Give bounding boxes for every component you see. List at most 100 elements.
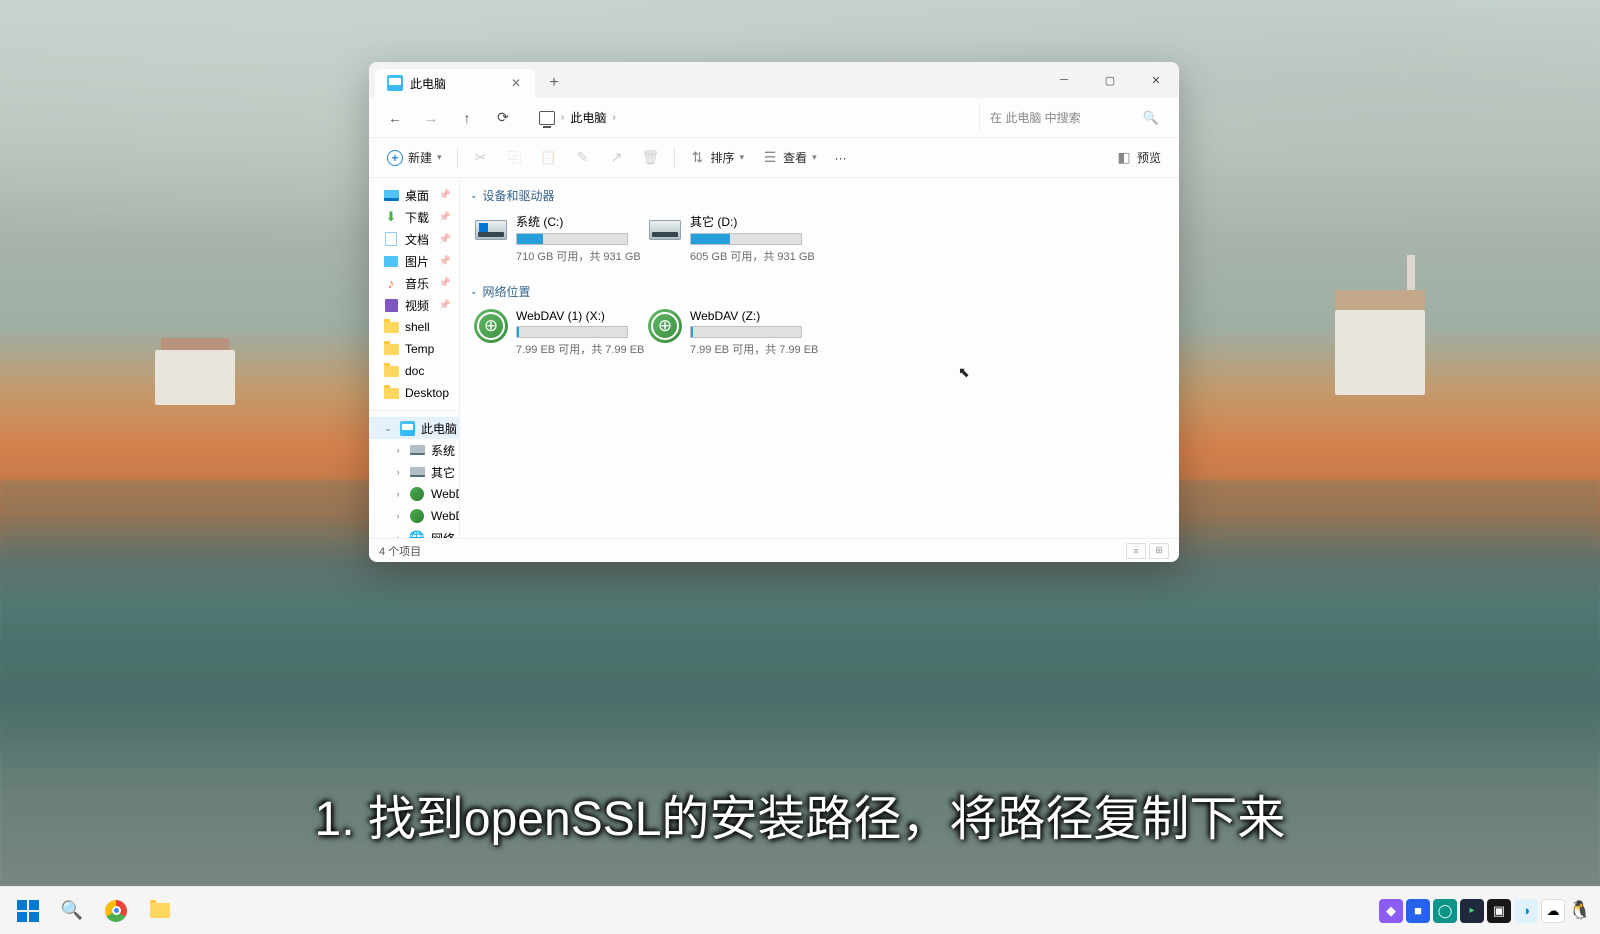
paste-icon: 📋 (541, 150, 557, 166)
tiles-view-button[interactable]: ⊞ (1149, 543, 1169, 559)
sidebar-item-Temp[interactable]: Temp (369, 338, 459, 360)
back-button[interactable]: ← (379, 102, 411, 134)
video-icon (383, 297, 399, 313)
chrome-icon (105, 900, 127, 922)
sidebar-item-label: Temp (405, 342, 434, 356)
search-button[interactable]: 🔍 (52, 891, 92, 931)
drive-usage-bar (516, 326, 628, 338)
drive-item[interactable]: 其它 (D:) 605 GB 可用，共 931 GB (644, 209, 806, 268)
chrome-button[interactable] (96, 891, 136, 931)
paste-button[interactable]: 📋 (533, 143, 565, 173)
sidebar-item-network[interactable]: › 🌐 网络 (369, 527, 459, 538)
section-network[interactable]: ⌄ 网络位置 (470, 280, 1169, 305)
pin-icon: 📌 (439, 256, 451, 267)
view-button[interactable]: ☰ 查看 ▾ (754, 143, 825, 173)
sidebar-item-shell[interactable]: shell (369, 316, 459, 338)
content-pane[interactable]: ⌄ 设备和驱动器 系统 (C:) 710 GB 可用，共 931 GB 其它 (… (460, 178, 1179, 538)
drive-usage-text: 605 GB 可用，共 931 GB (690, 248, 802, 264)
chevron-right-icon[interactable]: › (393, 445, 403, 455)
sidebar-item-图片[interactable]: 图片 📌 (369, 250, 459, 272)
up-button[interactable]: ↑ (451, 102, 483, 134)
sidebar-item-下载[interactable]: ⬇ 下载 📌 (369, 206, 459, 228)
new-tab-button[interactable]: + (539, 68, 569, 98)
tray-icon[interactable]: ◯ (1433, 899, 1457, 923)
sidebar-item-视频[interactable]: 视频 📌 (369, 294, 459, 316)
chevron-right-icon[interactable]: › (393, 511, 403, 521)
chevron-right-icon[interactable]: › (393, 467, 403, 477)
network-drive-item[interactable]: ⊕ WebDAV (1) (X:) 7.99 EB 可用，共 7.99 EB (470, 305, 632, 361)
explorer-button[interactable] (140, 891, 180, 931)
pin-icon: 📌 (439, 234, 451, 245)
network-drive-item[interactable]: ⊕ WebDAV (Z:) 7.99 EB 可用，共 7.99 EB (644, 305, 806, 361)
folder-icon (383, 341, 399, 357)
drive-usage-text: 7.99 EB 可用，共 7.99 EB (516, 341, 628, 357)
new-button[interactable]: + 新建 ▾ (379, 143, 450, 173)
start-button[interactable] (8, 891, 48, 931)
chevron-down-icon: ▾ (812, 152, 817, 163)
chevron-right-icon[interactable]: › (393, 489, 403, 499)
section-devices[interactable]: ⌄ 设备和驱动器 (470, 184, 1169, 209)
sidebar-item-Desktop[interactable]: Desktop (369, 382, 459, 404)
toolbar: + 新建 ▾ ✂ ⿻ 📋 ✎ ↗ 🗑 ⇅ 排序 ▾ ☰ 查看 ▾ ··· ◧ 预… (369, 138, 1179, 178)
more-button[interactable]: ··· (827, 143, 855, 173)
chevron-down-icon: ▾ (740, 152, 745, 163)
sidebar-item-drive[interactable]: › 系统 (C:) (369, 439, 459, 461)
maximize-button[interactable]: ▢ (1087, 62, 1133, 98)
tab-this-pc[interactable]: 此电脑 ✕ (375, 69, 535, 98)
tray-icon[interactable]: ▸ (1460, 899, 1484, 923)
drive-usage-bar (690, 326, 802, 338)
item-count: 4 个项目 (379, 543, 421, 559)
chevron-right-icon[interactable]: › (393, 533, 403, 538)
drive-item[interactable]: 系统 (C:) 710 GB 可用，共 931 GB (470, 209, 632, 268)
copy-icon: ⿻ (507, 150, 523, 166)
titlebar[interactable]: 此电脑 ✕ + ─ ▢ ✕ (369, 62, 1179, 98)
sidebar-item-this-pc[interactable]: ⌄ 此电脑 (369, 417, 459, 439)
sidebar-item-桌面[interactable]: 桌面 📌 (369, 184, 459, 206)
rename-button[interactable]: ✎ (567, 143, 599, 173)
drive-usage-bar (690, 233, 802, 245)
sidebar-item-音乐[interactable]: ♪ 音乐 📌 (369, 272, 459, 294)
chevron-down-icon[interactable]: ⌄ (383, 423, 393, 434)
cut-button[interactable]: ✂ (465, 143, 497, 173)
windows-icon (17, 900, 39, 922)
file-explorer-window: 此电脑 ✕ + ─ ▢ ✕ ← → ↑ ⟳ › 此电脑 › 在 此电脑 中搜索 … (369, 62, 1179, 562)
pin-icon: 📌 (439, 190, 451, 201)
preview-icon: ◧ (1116, 150, 1132, 166)
desktop-icon (383, 187, 399, 203)
tray-icon[interactable]: ■ (1406, 899, 1430, 923)
tray-icon[interactable]: ◑ (1514, 899, 1538, 923)
preview-button[interactable]: ◧ 预览 (1108, 143, 1169, 173)
copy-button[interactable]: ⿻ (499, 143, 531, 173)
sidebar-item-label: 图片 (405, 253, 429, 270)
sidebar-item-drive[interactable]: › 其它 (D:) (369, 461, 459, 483)
minimize-button[interactable]: ─ (1041, 62, 1087, 98)
delete-button[interactable]: 🗑 (635, 143, 667, 173)
taskbar[interactable]: 🔍 ◆ ■ ◯ ▸ ▣ ◑ ☁ 🐧 (0, 886, 1600, 934)
sort-button[interactable]: ⇅ 排序 ▾ (682, 143, 753, 173)
drives-grid: 系统 (C:) 710 GB 可用，共 931 GB 其它 (D:) 605 G… (470, 209, 1169, 268)
drive-icon (409, 464, 425, 480)
breadcrumb[interactable]: 此电脑 (570, 109, 606, 126)
sidebar-item-label: 音乐 (405, 275, 429, 292)
tab-close-button[interactable]: ✕ (507, 74, 525, 92)
refresh-button[interactable]: ⟳ (487, 102, 519, 134)
tray-icon[interactable]: ◆ (1379, 899, 1403, 923)
tray-icon[interactable]: ☁ (1541, 899, 1565, 923)
pc-icon (387, 75, 403, 91)
sidebar-item-文档[interactable]: 文档 📌 (369, 228, 459, 250)
tray-icon[interactable]: 🐧 (1568, 899, 1592, 923)
tray-icon[interactable]: ▣ (1487, 899, 1511, 923)
sidebar-item-drive[interactable]: › WebDAV (Z:) (369, 505, 459, 527)
delete-icon: 🗑 (643, 150, 659, 166)
net-icon (409, 508, 425, 524)
close-button[interactable]: ✕ (1133, 62, 1179, 98)
details-view-button[interactable]: ≡ (1126, 543, 1146, 559)
pc-icon (399, 420, 415, 436)
folder-icon (383, 385, 399, 401)
address-bar[interactable]: › 此电脑 › (531, 103, 967, 133)
sidebar-item-drive[interactable]: › WebDAV (1) ( (369, 483, 459, 505)
share-button[interactable]: ↗ (601, 143, 633, 173)
search-input[interactable]: 在 此电脑 中搜索 🔍 (979, 103, 1169, 133)
sidebar-item-doc[interactable]: doc (369, 360, 459, 382)
forward-button[interactable]: → (415, 102, 447, 134)
